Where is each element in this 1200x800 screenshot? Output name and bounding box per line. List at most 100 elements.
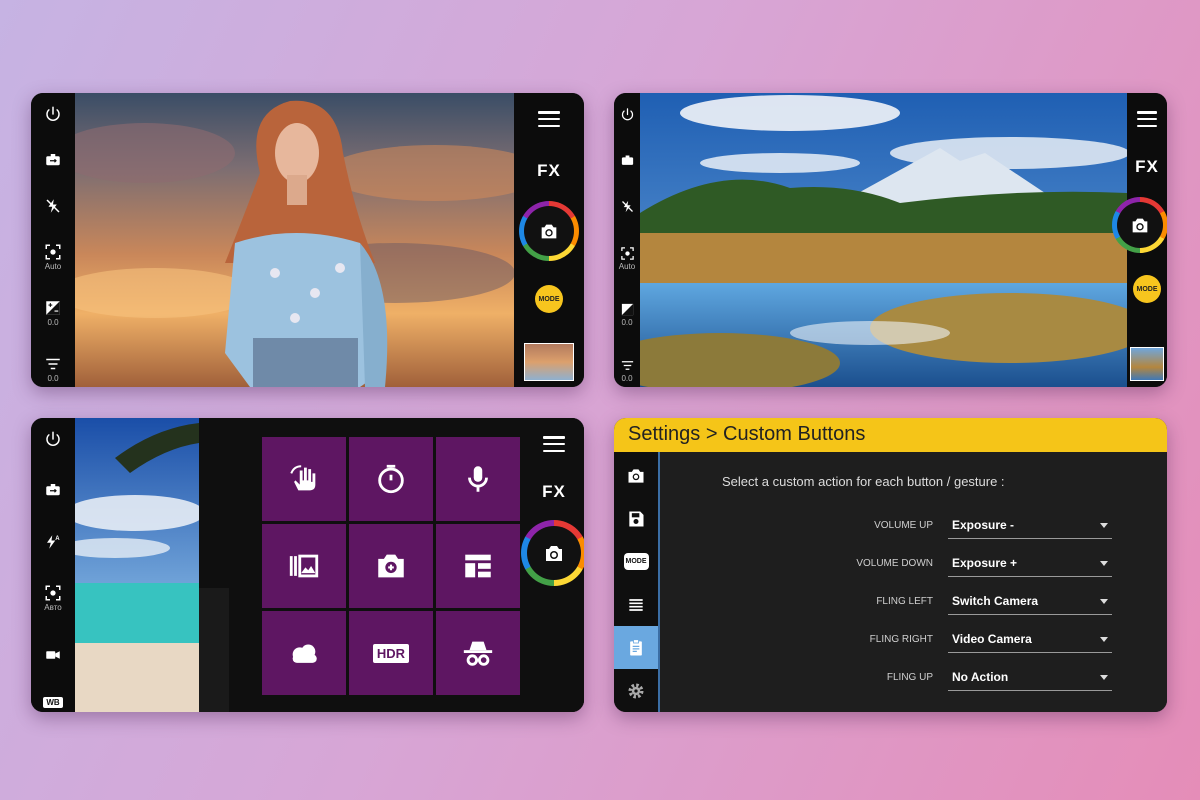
- incognito-tile[interactable]: [436, 611, 520, 695]
- sidebar-item-settings[interactable]: [614, 669, 658, 712]
- portrait-scene: [75, 100, 514, 387]
- focus-auto-label: Auto: [44, 262, 62, 271]
- shortcut-grid: HDR: [262, 437, 520, 695]
- sidebar-item-save[interactable]: [614, 497, 658, 540]
- save-icon: [629, 511, 644, 526]
- dropdown-arrow-icon: [1100, 523, 1108, 528]
- setting-row-fling-up: FLING UP No Action: [660, 661, 1115, 699]
- gallery-icon: [289, 554, 319, 578]
- power-button[interactable]: [44, 430, 62, 448]
- switch-camera-button[interactable]: [44, 151, 62, 169]
- timer-icon: [378, 464, 404, 494]
- dropdown-value: Video Camera: [952, 632, 1032, 646]
- exposure-button[interactable]: 0.0: [620, 302, 635, 327]
- setting-label: FLING LEFT: [876, 596, 933, 607]
- gallery-tile[interactable]: [262, 524, 346, 608]
- sidebar-item-camera[interactable]: [614, 454, 658, 497]
- timer-tile[interactable]: [349, 437, 433, 521]
- filter-icon: [621, 361, 633, 370]
- mode-icon: MODE: [623, 553, 649, 570]
- flash-auto-button[interactable]: A: [44, 533, 62, 551]
- flash-button[interactable]: [620, 199, 635, 214]
- menu-icon[interactable]: [538, 111, 560, 127]
- mode-button[interactable]: MODE: [1133, 275, 1161, 303]
- flash-off-icon: [46, 199, 60, 213]
- shutter-button[interactable]: [521, 520, 584, 586]
- setting-label: VOLUME UP: [874, 520, 933, 531]
- sidebar-item-list[interactable]: [614, 583, 658, 626]
- exposure-icon: [621, 303, 633, 315]
- focus-icon: [45, 244, 61, 260]
- viewfinder-portrait[interactable]: [75, 93, 514, 387]
- shutter-button[interactable]: [1112, 197, 1167, 253]
- flash-off-icon: [621, 201, 633, 213]
- filter-button[interactable]: 0.0: [44, 355, 62, 383]
- microphone-icon: [468, 466, 488, 492]
- action-dropdown[interactable]: Video Camera: [948, 626, 1112, 653]
- action-dropdown[interactable]: Exposure -: [948, 512, 1112, 539]
- settings-panel: Settings > Custom Buttons MODE Select a …: [614, 418, 1167, 712]
- right-toolbar: FX MODE: [1112, 93, 1167, 387]
- menu-icon[interactable]: [543, 436, 565, 452]
- focus-icon: [620, 246, 634, 260]
- setting-row-fling-left: FLING LEFT Switch Camera: [660, 585, 1115, 623]
- power-button[interactable]: [620, 107, 635, 122]
- layout-tile[interactable]: [436, 524, 520, 608]
- dropdown-value: Exposure -: [952, 518, 1015, 532]
- power-button[interactable]: [44, 105, 62, 123]
- settings-sidebar: MODE: [614, 452, 660, 712]
- gallery-thumbnail[interactable]: [1130, 347, 1164, 381]
- cloud-icon: [292, 644, 317, 663]
- cloud-tile[interactable]: [262, 611, 346, 695]
- filter-value: 0.0: [621, 373, 633, 383]
- dropdown-arrow-icon: [1100, 561, 1108, 566]
- dropdown-arrow-icon: [1100, 599, 1108, 604]
- switch-camera-button[interactable]: [620, 153, 635, 168]
- viewfinder-landscape[interactable]: [640, 93, 1127, 387]
- list-icon: [629, 598, 643, 611]
- incognito-icon: [463, 641, 493, 666]
- layout-icon: [465, 554, 491, 578]
- setting-row-volume-down: VOLUME DOWN Exposure +: [660, 547, 1115, 585]
- sidebar-item-mode[interactable]: MODE: [614, 540, 658, 583]
- power-icon: [621, 108, 633, 121]
- exposure-value: 0.0: [621, 317, 633, 327]
- focus-icon: [45, 585, 61, 601]
- fx-button[interactable]: FX: [542, 482, 566, 502]
- focus-button[interactable]: Auto: [619, 246, 635, 271]
- gallery-thumbnail[interactable]: [524, 343, 574, 381]
- switch-camera-button[interactable]: [44, 481, 62, 499]
- focus-button[interactable]: Авто: [44, 584, 62, 612]
- exposure-value: 0.0: [47, 318, 59, 327]
- action-dropdown[interactable]: No Action: [948, 664, 1112, 691]
- sidebar-item-custom-buttons[interactable]: [614, 626, 658, 669]
- action-dropdown[interactable]: Exposure +: [948, 550, 1112, 577]
- menu-icon[interactable]: [1137, 111, 1157, 127]
- camera-panel-landscape: Auto 0.0 0.0 FX MODE: [614, 93, 1167, 387]
- setting-label: FLING RIGHT: [869, 634, 933, 645]
- voice-tile[interactable]: [436, 437, 520, 521]
- white-balance-button[interactable]: WB: [43, 696, 63, 708]
- gesture-tile[interactable]: [262, 437, 346, 521]
- wb-label: WB: [43, 696, 63, 708]
- fx-button[interactable]: FX: [537, 161, 561, 181]
- shutter-button[interactable]: [519, 201, 579, 261]
- video-icon: [46, 650, 60, 659]
- setting-label: FLING UP: [886, 672, 933, 683]
- camera-add-tile[interactable]: [349, 524, 433, 608]
- exposure-button[interactable]: 0.0: [44, 299, 62, 327]
- setting-row-volume-up: VOLUME UP Exposure -: [660, 509, 1115, 547]
- left-toolbar: Auto 0.0 0.0: [614, 93, 640, 387]
- right-toolbar: FX MODE: [514, 93, 584, 387]
- camera-add-icon: [378, 554, 404, 578]
- action-dropdown[interactable]: Switch Camera: [948, 588, 1112, 615]
- filter-button[interactable]: 0.0: [620, 358, 635, 383]
- fx-button[interactable]: FX: [1135, 157, 1159, 177]
- flash-button[interactable]: [44, 197, 62, 215]
- focus-auto-label: Auto: [618, 261, 636, 271]
- hdr-tile[interactable]: HDR: [349, 611, 433, 695]
- focus-button[interactable]: Auto: [44, 243, 62, 271]
- right-toolbar: FX: [521, 418, 584, 712]
- mode-button[interactable]: MODE: [535, 285, 563, 313]
- video-button[interactable]: [44, 646, 62, 664]
